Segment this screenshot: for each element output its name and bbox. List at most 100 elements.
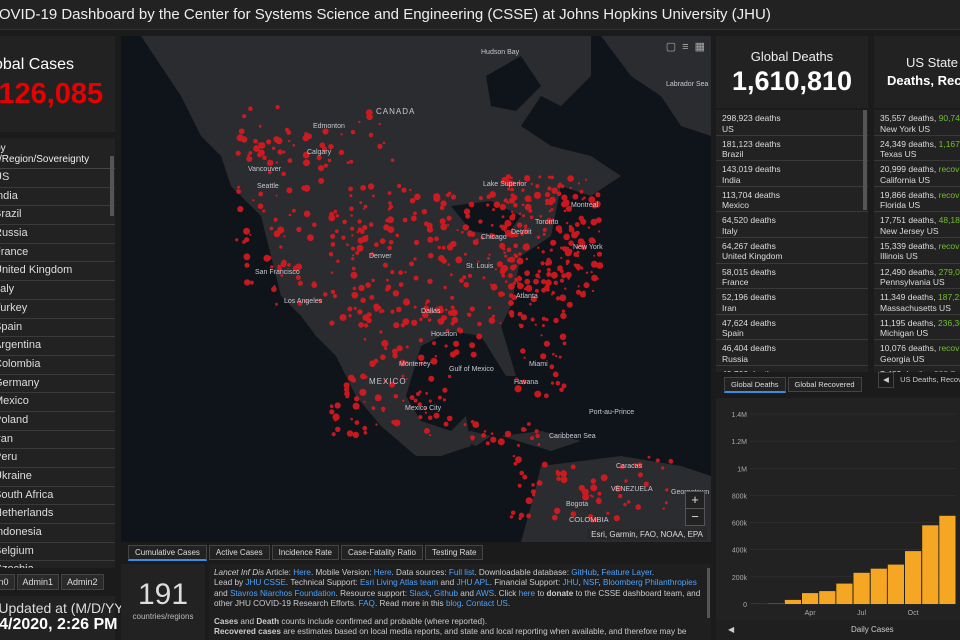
case-marker	[371, 278, 375, 283]
link-esri[interactable]: Esri Living Atlas team	[360, 578, 438, 587]
country-list-item[interactable]: South Africa	[0, 487, 115, 506]
us-tabs-prev-arrow[interactable]: ◀	[878, 372, 894, 388]
link-faq[interactable]: FAQ	[359, 599, 375, 608]
us-state-list-item[interactable]: 11,195 deaths, 236,36 Michigan US	[874, 315, 960, 341]
country-list-item[interactable]: Peru	[0, 449, 115, 468]
case-marker	[292, 144, 296, 147]
tab-incidence-rate[interactable]: Incidence Rate	[271, 545, 339, 560]
us-state-list-item[interactable]: 10,076 deaths, recov Georgia US	[874, 340, 960, 366]
link-nsf[interactable]: NSF	[583, 578, 598, 587]
map-view[interactable]: Hudson Bay Labrador Sea CANADA Edmonton …	[121, 36, 711, 542]
deaths-list-item[interactable]: 298,923 deaths US	[716, 110, 868, 136]
link-jhu-csse[interactable]: JHU CSSE	[245, 578, 286, 587]
tab-active-cases[interactable]: Active Cases	[208, 545, 270, 560]
us-state-list-item[interactable]: 15,339 deaths, recov Illinois US	[874, 238, 960, 264]
country-list-item[interactable]: United Kingdom	[0, 262, 115, 282]
link-mobile-here[interactable]: Here	[374, 568, 392, 577]
deaths-list-item[interactable]: 143,019 deaths India	[716, 161, 868, 187]
case-marker	[573, 263, 577, 267]
deaths-list-item[interactable]: 58,015 deaths France	[716, 264, 868, 290]
country-list-item[interactable]: Mexico	[0, 393, 115, 412]
country-list-item[interactable]: France	[0, 244, 115, 263]
deaths-list-item[interactable]: 52,196 deaths Iran	[716, 289, 868, 315]
link-stavros[interactable]: Stavros Niarchos Foundation	[230, 589, 336, 598]
deaths-list-item[interactable]: 64,267 deaths United Kingdom	[716, 238, 868, 264]
country-list-item[interactable]: Argentina	[0, 337, 115, 356]
case-marker	[391, 420, 396, 425]
deaths-list-item[interactable]: 113,704 deaths Mexico	[716, 187, 868, 213]
case-marker	[362, 425, 368, 431]
link-lancet-here[interactable]: Here	[293, 568, 311, 577]
country-list-item[interactable]: Italy	[0, 281, 115, 300]
case-marker	[525, 243, 529, 247]
us-state-list-item[interactable]: 35,557 deaths, 90,747 New York US	[874, 110, 960, 136]
country-list-item[interactable]: Ukraine	[0, 468, 115, 487]
us-state-list-item[interactable]: 20,999 deaths, recov California US	[874, 161, 960, 187]
case-marker	[249, 233, 252, 236]
country-list-item[interactable]: Germany	[0, 375, 115, 394]
tab-case-fatality-ratio[interactable]: Case-Fatality Ratio	[340, 545, 424, 560]
tab-testing-rate[interactable]: Testing Rate	[425, 545, 484, 560]
country-list-item[interactable]: Czechia	[0, 561, 115, 568]
us-state-list-item[interactable]: 24,349 deaths, 1,167, Texas US	[874, 136, 960, 162]
map-canvas[interactable]: Hudson Bay Labrador Sea CANADA Edmonton …	[121, 36, 711, 542]
country-list-item[interactable]: Spain	[0, 319, 115, 338]
link-donate-here[interactable]: here	[519, 589, 535, 598]
grid-icon[interactable]: ▦	[695, 41, 705, 53]
deaths-count: 143,019 deaths	[722, 164, 781, 175]
tab-global-deaths[interactable]: Global Deaths	[724, 377, 786, 393]
deaths-list-item[interactable]: 40,766 deathsArgentina	[716, 366, 868, 372]
country-list-item[interactable]: Belgium	[0, 543, 115, 562]
deaths-count: 47,624 deaths	[722, 317, 776, 328]
country-list-item[interactable]: India	[0, 188, 115, 207]
link-blog[interactable]: blog	[446, 599, 461, 608]
link-github[interactable]: GitHub	[571, 568, 596, 577]
us-state-list-item[interactable]: 12,490 deaths, 279,04Pennsylvania US	[874, 264, 960, 290]
link-full-list[interactable]: Full list	[449, 568, 474, 577]
link-jhu[interactable]: JHU	[563, 578, 579, 587]
country-list-item[interactable]: Indonesia	[0, 524, 115, 543]
tab-us-deaths-recovered[interactable]: US Deaths, Recovered	[900, 375, 960, 384]
tab-global-recovered[interactable]: Global Recovered	[787, 377, 862, 392]
info-text: Article:	[264, 568, 294, 577]
country-list-item[interactable]: Netherlands	[0, 505, 115, 525]
us-state-list-item[interactable]: 19,866 deaths, recov Florida US	[874, 187, 960, 213]
country-list-item[interactable]: Turkey	[0, 300, 115, 319]
country-list-item[interactable]: Poland	[0, 412, 115, 431]
info-scrollbar[interactable]	[707, 568, 710, 618]
country-list-item[interactable]: Russia	[0, 225, 115, 244]
link-feature-layer[interactable]: Feature Layer	[601, 568, 652, 577]
deaths-list-item[interactable]: 181,123 deaths Brazil	[716, 136, 868, 162]
country-list-scrollbar[interactable]	[110, 156, 114, 216]
us-state-list-item[interactable]: 17,751 deaths, 48,184New Jersey US	[874, 212, 960, 238]
country-list-item[interactable]: Iran	[0, 431, 115, 450]
deaths-list-item[interactable]: 46,404 deaths Russia	[716, 340, 868, 366]
deaths-list-scrollbar[interactable]	[863, 110, 867, 210]
tab-admin2[interactable]: Admin2	[61, 574, 104, 590]
link-bloomberg[interactable]: Bloomberg Philanthropies	[603, 578, 697, 587]
deaths-list-item[interactable]: 47,624 deaths Spain	[716, 315, 868, 341]
link-github-2[interactable]: Github	[434, 589, 458, 598]
link-slack[interactable]: Slack	[409, 589, 429, 598]
zoom-in-button[interactable]: +	[686, 492, 704, 508]
case-marker	[434, 355, 438, 358]
country-list-item[interactable]: US	[0, 169, 115, 188]
case-marker	[329, 404, 334, 409]
country-list-item[interactable]: Colombia	[0, 356, 115, 375]
bookmark-icon[interactable]: ▢	[666, 41, 676, 53]
zoom-out-button[interactable]: −	[686, 508, 704, 525]
link-contact-us[interactable]: Contact US	[466, 599, 508, 608]
link-aws[interactable]: AWS	[476, 589, 494, 598]
list-icon[interactable]: ≡	[682, 41, 688, 53]
deaths-list-item[interactable]: 64,520 deaths Italy	[716, 212, 868, 238]
case-marker	[446, 215, 452, 221]
link-jhu-apl[interactable]: JHU APL	[456, 578, 489, 587]
tab-admin1[interactable]: Admin1	[16, 574, 60, 590]
case-marker	[499, 268, 506, 275]
chart-tabs-prev-arrow[interactable]: ◀	[728, 625, 734, 634]
country-list-item[interactable]: Brazil	[0, 206, 115, 226]
tab-admin0[interactable]: Admin0	[0, 574, 15, 590]
tab-cumulative-cases[interactable]: Cumulative Cases	[128, 545, 207, 561]
us-state-list-item[interactable]: 11,349 deaths, 187,22Massachusetts US	[874, 289, 960, 315]
tab-daily-cases[interactable]: Daily Cases	[851, 625, 894, 634]
